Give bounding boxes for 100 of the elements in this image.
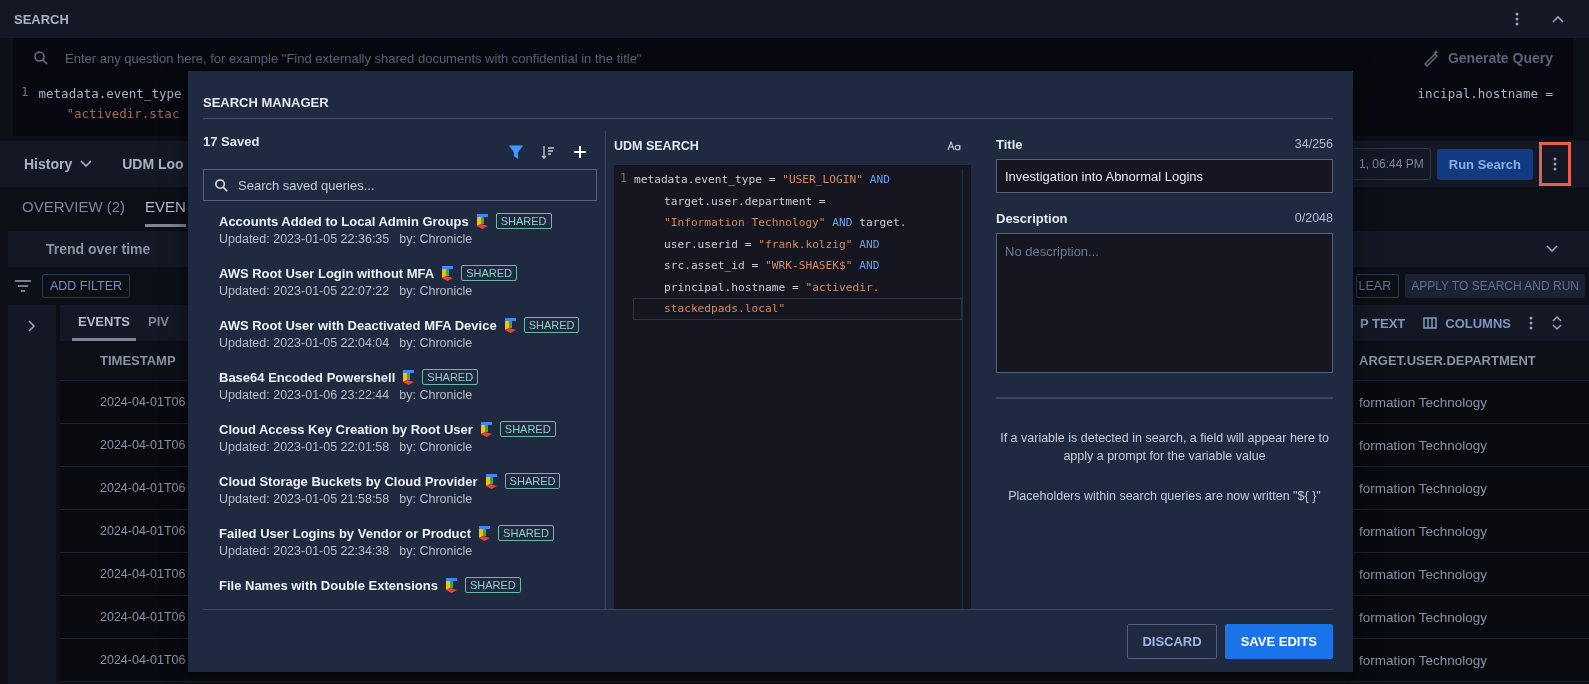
shield-logo-icon	[480, 421, 492, 437]
character-count: 34/256	[1294, 137, 1333, 151]
shield-logo-icon	[476, 213, 488, 229]
columns-button[interactable]: COLUMNS	[1423, 315, 1511, 331]
table-cell-text: formation Technology	[1359, 652, 1489, 668]
more-icon[interactable]	[1515, 12, 1519, 26]
line-number: 1	[21, 84, 29, 101]
code-line: user.userid = "frank.kolzig" AND	[662, 236, 881, 253]
shield-logo-icon	[479, 525, 491, 541]
query-title[interactable]: Cloud Storage Buckets by Cloud Provider	[219, 473, 478, 489]
discard-button[interactable]: DISCARD	[1127, 623, 1217, 659]
table-cell-text: 2024-04-01T06	[99, 524, 186, 538]
query-updated: Updated: 2023-01-05 22:04:04	[219, 336, 390, 350]
shared-badge: SHARED	[422, 369, 479, 385]
table-cell-text: 2024-04-01T06	[99, 610, 186, 624]
wrap-text-button[interactable]: P TEXT	[1360, 315, 1406, 331]
expand-chevron-icon[interactable]	[27, 319, 37, 333]
result-tab[interactable]: EVEN	[145, 189, 186, 227]
code-line: src.asset_id = "WRK-SHASEK$" AND	[662, 258, 881, 274]
filter-icon[interactable]	[509, 145, 523, 159]
sort-icon[interactable]	[541, 145, 555, 159]
saved-count: 17 Saved	[203, 133, 260, 149]
shield-logo-icon	[442, 265, 454, 281]
query-author: by: Chronicle	[399, 232, 473, 246]
shared-badge: SHARED	[464, 577, 521, 593]
query-title[interactable]: AWS Root User with Deactivated MFA Device	[219, 317, 497, 333]
shared-badge: SHARED	[495, 213, 552, 229]
shield-logo-icon	[485, 473, 497, 489]
field-label: Title	[996, 136, 1023, 152]
table-cell-text: 2024-04-01T06	[99, 481, 186, 495]
add-filter-button[interactable]: ADD FILTER	[42, 274, 130, 298]
shield-logo-icon	[504, 317, 516, 333]
code-line: "Information Technology" AND target.	[662, 215, 908, 231]
udm-lookup-button[interactable]: UDM Loo	[122, 156, 184, 172]
query-updated: Updated: 2023-01-05 22:36:35	[219, 232, 390, 246]
shared-badge: SHARED	[504, 473, 561, 489]
query-input[interactable]: Enter any question here, for example "Find externally shared documents with confidential in the title"	[63, 49, 1402, 67]
code-line: metadata.event_type	[38, 85, 182, 103]
expand-collapse-icon[interactable]	[1551, 315, 1563, 331]
query-author: by: Chronicle	[399, 284, 473, 298]
query-author: by: Chronicle	[399, 388, 473, 402]
table-cell-text: 2024-04-01T06	[99, 653, 186, 667]
description-input[interactable]: No description...	[996, 233, 1333, 373]
shared-badge: SHARED	[461, 265, 518, 281]
history-dropdown[interactable]: History	[24, 156, 93, 172]
column-header[interactable]: ARGET.USER.DEPARTMENT	[1359, 353, 1589, 368]
columns-icon	[1423, 317, 1438, 329]
code-line: metadata.event_type = "USER_LOGIN" AND	[632, 172, 891, 188]
table-cell-text: 2024-04-01T06	[99, 567, 186, 581]
query-author: by: Chronicle	[399, 440, 473, 454]
field-label: Description	[996, 210, 1068, 226]
font-size-icon[interactable]	[947, 141, 961, 151]
query-title[interactable]: AWS Root User Login without MFA	[219, 265, 435, 281]
column-header[interactable]: TIMESTAMP	[60, 353, 176, 368]
line-number: 1	[619, 170, 628, 187]
panel-title: SEARCH	[14, 11, 69, 27]
search-icon	[33, 50, 49, 66]
caret-icon	[80, 160, 93, 168]
more-button[interactable]	[1539, 142, 1571, 186]
info-text: If a variable is detected in search, a field will appear here to apply a prompt for the variable value	[999, 430, 1330, 465]
table-cell-text: 2024-04-01T06	[99, 438, 186, 452]
result-tab[interactable]: OVERVIEW (2)	[22, 189, 126, 227]
query-author: by: Chronicle	[399, 544, 473, 558]
query-title[interactable]: File Names with Double Extensions	[219, 577, 438, 593]
table-cell-text: formation Technology	[1359, 566, 1489, 582]
add-icon[interactable]	[573, 145, 587, 159]
character-count: 0/2048	[1294, 211, 1333, 225]
query-author: by: Chronicle	[399, 492, 473, 506]
filter-list-icon[interactable]	[14, 279, 32, 293]
query-updated: Updated: 2023-01-05 21:58:58	[219, 492, 390, 506]
shared-badge: SHARED	[498, 525, 554, 541]
code-line: "activedir.stac	[65, 105, 181, 123]
trend-tab[interactable]: Trend over time	[46, 241, 151, 257]
more-icon[interactable]	[1529, 316, 1533, 330]
query-updated: Updated: 2023-01-05 22:07:22	[219, 284, 390, 298]
info-text: Placeholders within search queries are now written "${ }"	[1007, 488, 1322, 505]
expand-chevron-icon[interactable]	[1545, 244, 1559, 254]
collapse-chevron-icon[interactable]	[1551, 14, 1565, 24]
clear-button[interactable]: LEAR	[1355, 274, 1400, 298]
shared-badge: SHARED	[523, 317, 580, 333]
table-cell-text: formation Technology	[1359, 394, 1489, 410]
title-input[interactable]: Investigation into Abnormal Logins	[996, 159, 1333, 193]
editor-title: UDM SEARCH	[614, 139, 699, 153]
save-edits-button[interactable]: SAVE EDITS	[1224, 623, 1333, 659]
events-tab[interactable]: PIV	[142, 305, 175, 341]
query-updated: Updated: 2023-01-05 22:01:58	[219, 440, 390, 454]
run-search-button[interactable]: Run Search	[1436, 148, 1533, 180]
table-cell-text: formation Technology	[1359, 523, 1489, 539]
query-title[interactable]: Base64 Encoded Powershell	[219, 369, 396, 385]
query-updated: Updated: 2023-01-05 22:34:38	[219, 544, 390, 558]
table-cell-text: formation Technology	[1359, 480, 1489, 496]
saved-search-field[interactable]: Search saved queries...	[203, 169, 597, 201]
shared-badge: SHARED	[499, 421, 556, 437]
query-title[interactable]: Cloud Access Key Creation by Root User	[219, 421, 473, 437]
search-icon	[214, 178, 229, 193]
query-title[interactable]: Accounts Added to Local Admin Groups	[219, 213, 469, 229]
query-author: by: Chronicle	[399, 336, 473, 350]
query-title[interactable]: Failed User Logins by Vendor or Product	[219, 525, 472, 541]
table-cell-text: 2024-04-01T06	[99, 395, 186, 409]
more-icon	[1553, 157, 1557, 171]
